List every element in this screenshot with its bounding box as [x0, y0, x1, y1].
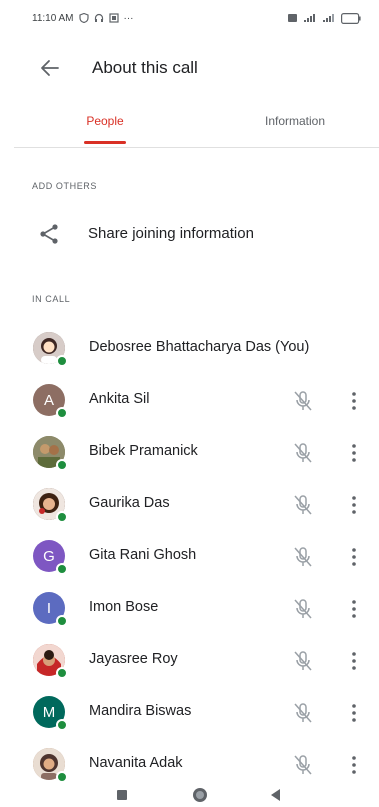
system-back-button[interactable]	[271, 789, 280, 801]
participant-name: Imon Bose	[89, 599, 159, 615]
screen: 11:10 AM ··· About this call People Info…	[0, 0, 379, 807]
avatar-initial: M	[42, 703, 56, 721]
participant-row[interactable]: M Mandira Biswas	[0, 686, 379, 738]
more-vert-icon[interactable]	[344, 596, 364, 622]
participant-row[interactable]: Gaurika Das	[0, 478, 379, 530]
mic-off-icon[interactable]	[290, 700, 316, 726]
status-more: ···	[123, 12, 134, 24]
status-right	[287, 12, 361, 24]
participant-row[interactable]: Jayasree Roy	[0, 634, 379, 686]
headset-icon	[94, 13, 104, 23]
mic-off-icon[interactable]	[290, 596, 316, 622]
mic-off-icon[interactable]	[290, 752, 316, 778]
cast-icon	[108, 13, 119, 23]
more-vert-icon[interactable]	[344, 388, 364, 414]
participant-name: Ankita Sil	[89, 391, 150, 407]
participant-name: Gaurika Das	[89, 495, 170, 511]
participant-name: Jayasree Roy	[89, 651, 178, 667]
page-title: About this call	[92, 58, 198, 77]
section-label-in-call: IN CALL	[32, 294, 71, 304]
participant-row[interactable]: I Imon Bose	[0, 582, 379, 634]
app-bar: About this call	[0, 46, 379, 90]
online-status-dot	[56, 563, 68, 575]
sim-icon	[287, 13, 298, 23]
tab-bar: People Information	[0, 98, 379, 146]
mic-off-icon[interactable]	[290, 648, 316, 674]
tabs-divider	[14, 147, 379, 148]
shield-icon	[78, 13, 89, 23]
more-vert-icon[interactable]	[344, 544, 364, 570]
avatar-initial: A	[43, 391, 54, 409]
mic-off-icon[interactable]	[290, 440, 316, 466]
participant-name: Gita Rani Ghosh	[89, 547, 197, 563]
participant-name: Debosree Bhattacharya Das (You)	[89, 339, 310, 355]
avatar-initial: G	[43, 547, 55, 565]
more-vert-icon[interactable]	[344, 700, 364, 726]
battery-icon	[341, 12, 361, 24]
participant-row[interactable]: A Ankita Sil	[0, 374, 379, 426]
signal-icon	[322, 13, 336, 23]
tab-people[interactable]: People	[40, 98, 170, 144]
home-button[interactable]	[193, 788, 207, 802]
signal-icon	[303, 13, 317, 23]
more-vert-icon[interactable]	[344, 440, 364, 466]
back-button[interactable]	[36, 56, 64, 80]
more-vert-icon[interactable]	[344, 648, 364, 674]
tab-information[interactable]: Information	[230, 98, 360, 144]
participant-row[interactable]: Debosree Bhattacharya Das (You)	[0, 322, 379, 374]
avatar-initial: I	[46, 599, 52, 617]
participant-name: Navanita Adak	[89, 755, 183, 771]
system-nav-bar	[0, 782, 379, 807]
online-status-dot	[56, 719, 68, 731]
status-time: 11:10 AM	[32, 12, 74, 24]
status-left: 11:10 AM ···	[32, 13, 134, 24]
participant-row[interactable]: G Gita Rani Ghosh	[0, 530, 379, 582]
more-vert-icon[interactable]	[344, 752, 364, 778]
more-vert-icon[interactable]	[344, 492, 364, 518]
participant-name: Mandira Biswas	[89, 703, 192, 719]
status-bar: 11:10 AM ···	[0, 0, 379, 36]
online-status-dot	[56, 667, 68, 679]
mic-off-icon[interactable]	[290, 388, 316, 414]
online-status-dot	[56, 407, 68, 419]
online-status-dot	[56, 511, 68, 523]
online-status-dot	[56, 459, 68, 471]
share-label: Share joining information	[88, 225, 254, 242]
participant-name: Bibek Pramanick	[89, 443, 198, 459]
tab-active-indicator	[84, 141, 126, 144]
share-icon	[40, 224, 58, 244]
recents-button[interactable]	[117, 790, 127, 800]
online-status-dot	[56, 615, 68, 627]
arrow-back-icon	[41, 60, 59, 76]
mic-off-icon[interactable]	[290, 544, 316, 570]
mic-off-icon[interactable]	[290, 492, 316, 518]
participant-row[interactable]: Bibek Pramanick	[0, 426, 379, 478]
share-joining-info-item[interactable]: Share joining information	[0, 214, 379, 254]
online-status-dot	[56, 355, 68, 367]
section-label-add-others: ADD OTHERS	[32, 181, 98, 191]
